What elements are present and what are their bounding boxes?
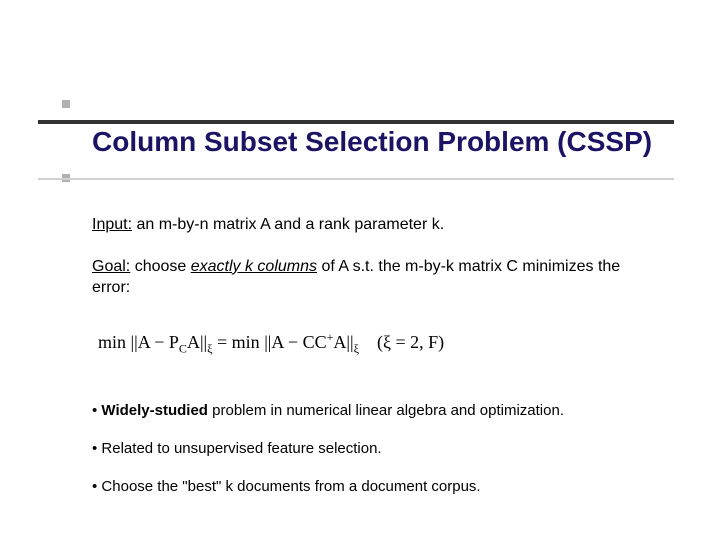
slide-title: Column Subset Selection Problem (CSSP) — [92, 126, 652, 158]
goal-emph: exactly k columns — [191, 258, 317, 275]
input-line: Input: an m-by-n matrix A and a rank par… — [92, 214, 652, 236]
input-label: Input: — [92, 216, 132, 233]
slide-body: Input: an m-by-n matrix A and a rank par… — [92, 214, 652, 515]
goal-line: Goal: choose exactly k columns of A s.t.… — [92, 256, 652, 299]
accent-square-icon — [62, 100, 70, 108]
input-text: an m-by-n matrix A and a rank parameter … — [132, 216, 444, 233]
slide: Column Subset Selection Problem (CSSP) I… — [0, 0, 720, 540]
accent-bar — [38, 120, 674, 124]
goal-pre: choose — [130, 258, 190, 275]
bullet-list: • Widely-studied problem in numerical li… — [92, 401, 652, 498]
accent-underline — [38, 178, 674, 180]
bullet-item: • Choose the "best" k documents from a d… — [92, 477, 652, 497]
bullet-item: • Widely-studied problem in numerical li… — [92, 401, 652, 421]
formula: min ||A − PCA||ξ = min ||A − CC+A||ξ (ξ … — [98, 329, 652, 357]
bullet-item: • Related to unsupervised feature select… — [92, 439, 652, 459]
goal-label: Goal: — [92, 258, 130, 275]
